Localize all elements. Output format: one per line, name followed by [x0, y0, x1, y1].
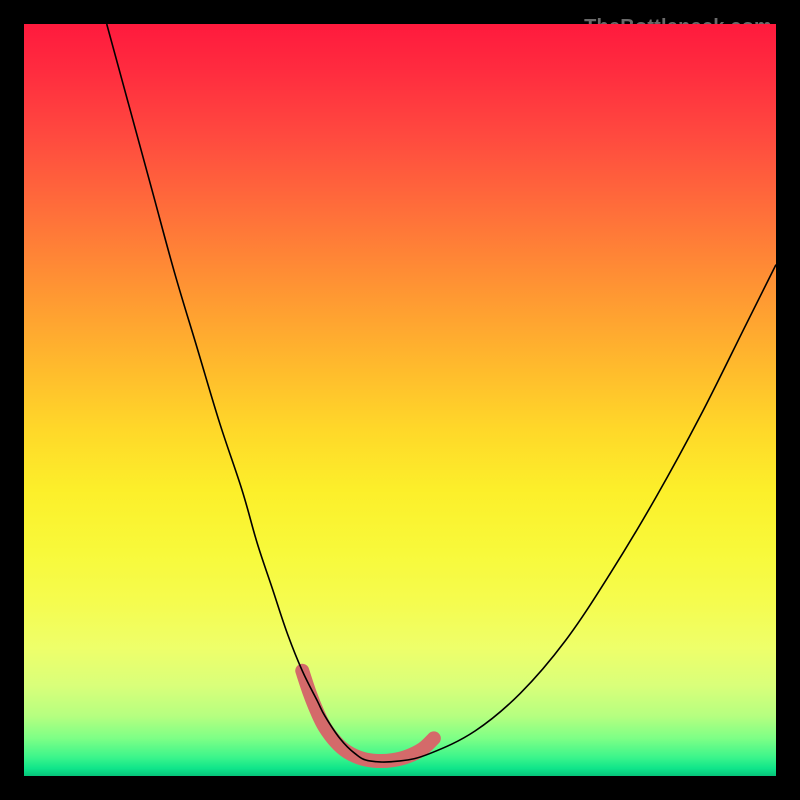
highlight-u-path — [302, 671, 434, 761]
plot-area — [24, 24, 776, 776]
curve-layer — [24, 24, 776, 776]
chart-frame: TheBottleneck.com — [14, 14, 786, 786]
bottleneck-curve-path — [107, 24, 776, 762]
